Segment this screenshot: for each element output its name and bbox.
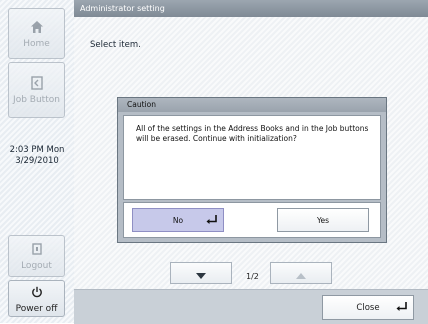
clock-time: 2:03 PM Mon xyxy=(9,145,65,155)
instruction-text: Select item. xyxy=(90,40,141,50)
power-icon xyxy=(29,284,45,300)
close-button[interactable]: Close xyxy=(322,295,414,320)
logout-button[interactable]: Logout xyxy=(8,235,65,277)
clock-date: 3/29/2010 xyxy=(15,156,59,166)
home-label: Home xyxy=(23,38,50,49)
power-off-button[interactable]: Power off xyxy=(8,280,65,317)
no-button[interactable]: No xyxy=(132,208,224,232)
logout-icon xyxy=(29,241,45,257)
page-down-button[interactable] xyxy=(170,262,232,284)
no-label: No xyxy=(172,215,184,225)
triangle-up-icon xyxy=(296,264,306,283)
job-button[interactable]: Job Button xyxy=(8,62,65,118)
dialog-button-row: No Yes xyxy=(123,202,381,238)
enter-icon xyxy=(206,215,217,226)
triangle-down-icon xyxy=(196,264,206,283)
caution-dialog: Caution All of the settings in the Addre… xyxy=(117,97,387,243)
yes-button[interactable]: Yes xyxy=(277,208,369,232)
dialog-message: All of the settings in the Address Books… xyxy=(136,124,369,143)
dialog-body: All of the settings in the Address Books… xyxy=(123,115,381,200)
home-button[interactable]: Home xyxy=(8,8,65,59)
clock: 2:03 PM Mon 3/29/2010 xyxy=(0,145,74,167)
page-indicator: 1/2 xyxy=(246,272,259,281)
job-button-icon xyxy=(29,75,45,91)
sidebar: Home Job Button 2:03 PM Mon 3/29/2010 Lo… xyxy=(0,0,75,323)
home-icon xyxy=(29,19,45,35)
yes-label: Yes xyxy=(316,215,330,225)
page-title: Administrator setting xyxy=(74,0,428,17)
job-button-label: Job Button xyxy=(13,95,60,105)
close-label: Close xyxy=(356,302,380,313)
dialog-title: Caution xyxy=(118,98,386,112)
power-off-label: Power off xyxy=(15,303,58,314)
logout-label: Logout xyxy=(21,261,52,271)
enter-icon xyxy=(396,302,407,314)
page-up-button[interactable] xyxy=(270,262,332,284)
footer-bar: Close xyxy=(74,289,428,324)
